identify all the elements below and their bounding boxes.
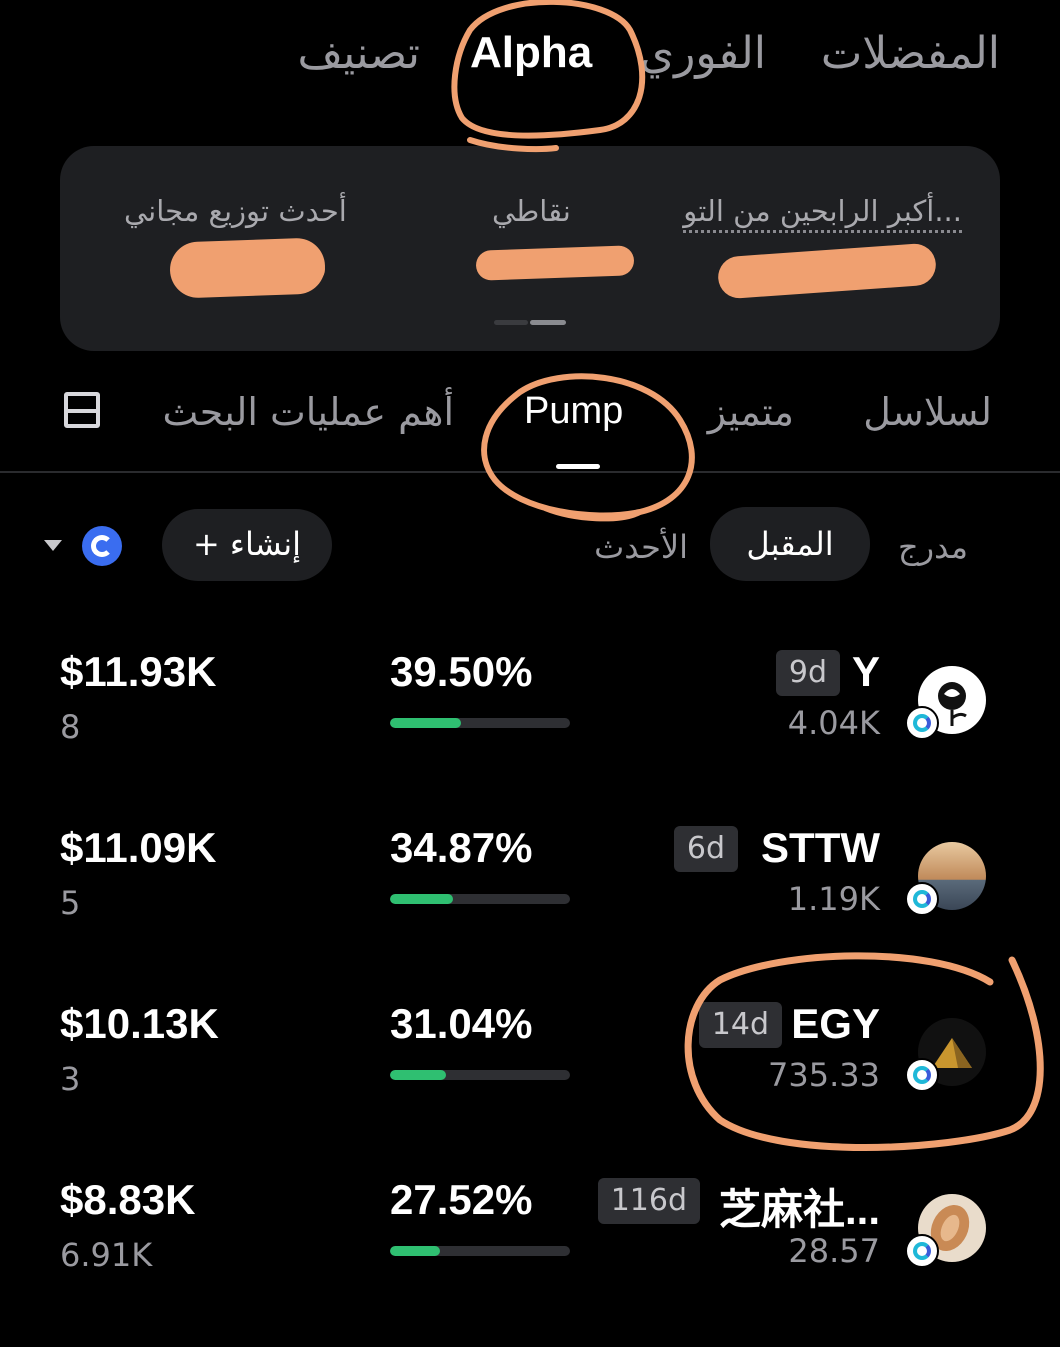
bonding-progress-fill bbox=[390, 1246, 440, 1256]
create-label: + إنشاء bbox=[192, 525, 302, 563]
filter-listed[interactable]: مدرج bbox=[898, 528, 968, 566]
tab-featured[interactable]: متميز bbox=[708, 390, 794, 434]
chain-badge-icon bbox=[905, 1058, 939, 1092]
pager-dot-active bbox=[530, 320, 566, 325]
bonding-progress-label: 34.87% bbox=[390, 824, 533, 871]
tab-top-search[interactable]: أهم عمليات البحث bbox=[162, 390, 454, 434]
market-cap: $8.83K bbox=[60, 1176, 196, 1223]
pager-dot bbox=[494, 320, 528, 325]
latest-airdrop-label: أحدث توزيع مجاني bbox=[124, 194, 347, 228]
holder-count: 6.91K bbox=[60, 1236, 153, 1274]
redaction-scribble bbox=[220, 254, 325, 284]
top-gainers-label[interactable]: أكبر الرابحين من التو... bbox=[683, 194, 962, 233]
token-row[interactable]: $11.09K 5 34.87% 6d STTW 1.19K bbox=[0, 824, 1060, 994]
bonding-progress-fill bbox=[390, 1070, 446, 1080]
filter-newest[interactable]: الأحدث bbox=[594, 528, 688, 566]
redaction-scribble bbox=[716, 242, 938, 300]
token-volume: 735.33 bbox=[768, 1056, 880, 1094]
bonding-progress-bar bbox=[390, 718, 570, 728]
token-volume: 28.57 bbox=[788, 1232, 880, 1270]
holder-count: 8 bbox=[60, 708, 81, 746]
market-cap: $11.09K bbox=[60, 824, 217, 871]
age-badge: 14d bbox=[698, 1002, 782, 1048]
token-row[interactable]: $11.93K 8 39.50% 9d Y 4.04K bbox=[0, 648, 1060, 818]
token-name: 芝麻社... bbox=[718, 1186, 880, 1233]
token-name: STTW bbox=[761, 824, 880, 871]
tab-favorites[interactable]: المفضلات bbox=[821, 28, 1000, 79]
redaction-scribble bbox=[475, 245, 635, 281]
bonding-progress-label: 39.50% bbox=[390, 648, 533, 695]
bonding-progress-fill bbox=[390, 718, 462, 728]
section-divider bbox=[0, 471, 1060, 473]
caret-down-icon[interactable] bbox=[44, 540, 62, 551]
bonding-progress-fill bbox=[390, 894, 453, 904]
market-cap: $11.93K bbox=[60, 648, 217, 695]
stats-card: أكبر الرابحين من التو... نقاطي أحدث توزي… bbox=[60, 146, 1000, 351]
tab-chains[interactable]: لسلاسل bbox=[863, 390, 992, 434]
token-row[interactable]: $8.83K 6.91K 27.52% 116d 芝麻社... 28.57 bbox=[0, 1176, 1060, 1346]
tab-alpha[interactable]: Alpha bbox=[470, 28, 592, 78]
token-name: EGY bbox=[791, 1000, 880, 1047]
bonding-progress-bar bbox=[390, 1246, 570, 1256]
layout-toggle-icon[interactable] bbox=[64, 392, 100, 428]
token-row[interactable]: $10.13K 3 31.04% 14d EGY 735.33 bbox=[0, 1000, 1060, 1170]
tab-spot[interactable]: الفوري bbox=[640, 28, 766, 79]
tab-pump[interactable]: Pump bbox=[524, 390, 623, 433]
chain-badge-icon bbox=[905, 1234, 939, 1268]
create-button[interactable]: + إنشاء bbox=[162, 509, 332, 581]
bonding-progress-bar bbox=[390, 1070, 570, 1080]
chain-badge-icon bbox=[905, 882, 939, 916]
filter-upcoming-pill[interactable]: المقبل bbox=[710, 507, 870, 581]
bonding-progress-bar bbox=[390, 894, 570, 904]
chain-selector-icon[interactable] bbox=[82, 526, 122, 566]
token-volume: 1.19K bbox=[787, 880, 880, 918]
tab-rank[interactable]: تصنيف bbox=[297, 28, 420, 79]
token-volume: 4.04K bbox=[787, 704, 880, 742]
market-cap: $10.13K bbox=[60, 1000, 219, 1047]
age-badge: 116d bbox=[597, 1178, 700, 1224]
holder-count: 3 bbox=[60, 1060, 81, 1098]
my-points-label: نقاطي bbox=[492, 194, 571, 228]
chain-badge-icon bbox=[905, 706, 939, 740]
bonding-progress-label: 31.04% bbox=[390, 1000, 533, 1047]
age-badge: 9d bbox=[775, 650, 840, 696]
token-name: Y bbox=[851, 648, 880, 695]
holder-count: 5 bbox=[60, 884, 81, 922]
age-badge: 6d bbox=[673, 826, 738, 872]
filter-upcoming: المقبل bbox=[746, 525, 834, 563]
tab-active-indicator bbox=[556, 464, 600, 469]
bonding-progress-label: 27.52% bbox=[390, 1176, 533, 1223]
